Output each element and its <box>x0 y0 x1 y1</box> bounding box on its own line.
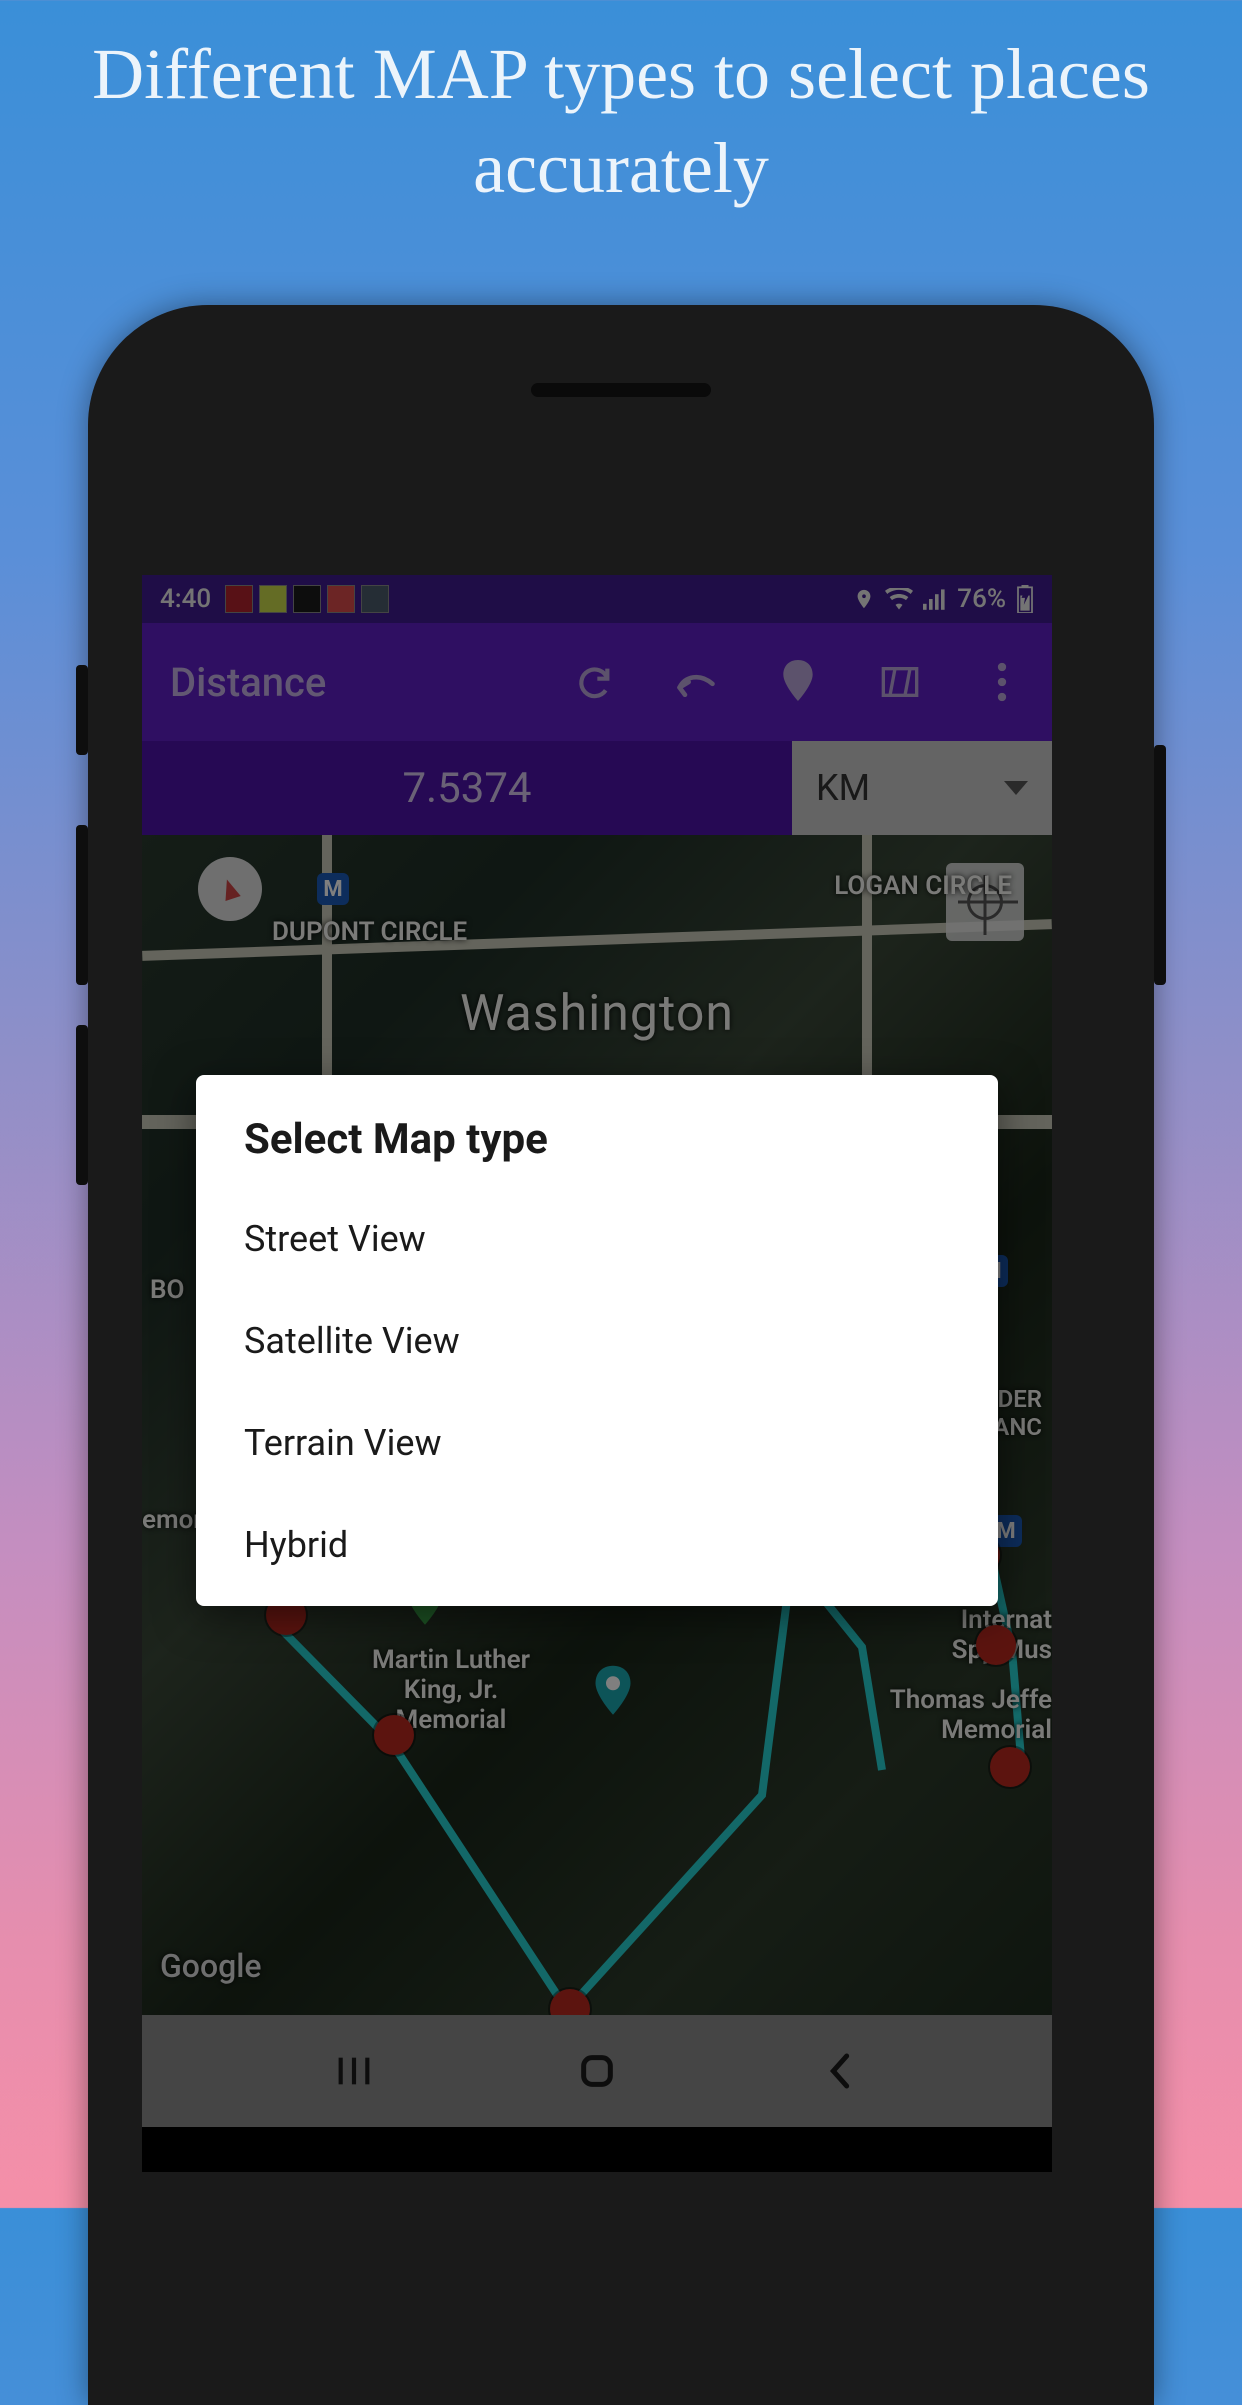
metro-icon: M <box>317 873 349 905</box>
app-bar: Distance <box>142 623 1052 741</box>
signal-icon <box>923 588 947 610</box>
map-place-label: DERANC <box>993 1385 1042 1441</box>
refresh-button[interactable] <box>572 660 616 704</box>
phone-button <box>76 665 88 755</box>
map-type-option-terrain[interactable]: Terrain View <box>196 1392 998 1494</box>
map-city-label: Washington <box>460 985 734 1043</box>
status-time: 4:40 <box>160 584 211 614</box>
phone-screen: 4:40 76% <box>142 575 1052 2172</box>
map-attribution: Google <box>160 1947 262 1985</box>
route-marker[interactable] <box>990 1747 1030 1787</box>
phone-button <box>76 1025 88 1185</box>
distance-value: 7.5374 <box>142 741 792 835</box>
dialog-title: Select Map type <box>196 1115 998 1188</box>
map-place-label: DUPONT CIRCLE <box>272 917 467 947</box>
distance-bar: 7.5374 KM <box>142 741 1052 835</box>
distance-unit-label: KM <box>816 767 870 809</box>
phone-speaker <box>531 383 711 397</box>
map-place-label: BO <box>150 1275 184 1305</box>
poi-pin-icon <box>592 1665 634 1719</box>
battery-icon <box>1016 585 1034 613</box>
route-marker[interactable] <box>976 1625 1016 1665</box>
recents-button[interactable] <box>324 2041 384 2101</box>
distance-unit-dropdown[interactable]: KM <box>792 741 1052 835</box>
phone-button <box>76 825 88 985</box>
wifi-icon <box>885 588 913 610</box>
status-notification-icons <box>225 585 389 613</box>
map-type-option-satellite[interactable]: Satellite View <box>196 1290 998 1392</box>
map-type-dialog: Select Map type Street View Satellite Vi… <box>196 1075 998 1606</box>
compass-button[interactable] <box>198 857 262 921</box>
system-nav-bar <box>142 2015 1052 2127</box>
back-button[interactable] <box>810 2041 870 2101</box>
app-title: Distance <box>170 659 326 706</box>
battery-percentage: 76% <box>957 584 1006 614</box>
overflow-menu-button[interactable] <box>980 660 1024 704</box>
status-bar: 4:40 76% <box>142 575 1052 623</box>
add-location-button[interactable] <box>776 660 820 704</box>
chevron-down-icon <box>1004 781 1028 795</box>
phone-button <box>1154 745 1166 985</box>
location-icon <box>853 585 875 613</box>
route-marker[interactable] <box>374 1715 414 1755</box>
undo-button[interactable] <box>674 660 718 704</box>
map-type-option-street[interactable]: Street View <box>196 1188 998 1290</box>
phone-frame: 4:40 76% <box>88 305 1154 2405</box>
map-type-option-hybrid[interactable]: Hybrid <box>196 1494 998 1596</box>
promo-headline: Different MAP types to select places acc… <box>0 0 1242 215</box>
map-layers-button[interactable] <box>878 660 922 704</box>
map-place-label: Thomas JeffeMemorial <box>890 1685 1052 1745</box>
home-button[interactable] <box>567 2041 627 2101</box>
map-place-label: LOGAN CIRCLE <box>834 871 1012 901</box>
